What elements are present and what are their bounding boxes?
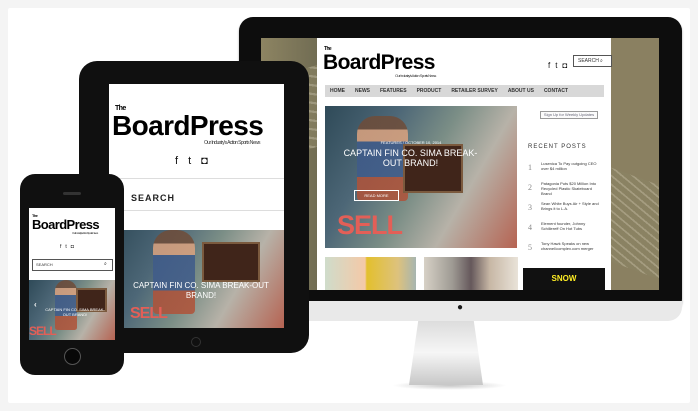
tablet-logo-tagline: Our Industry's Action Sports News xyxy=(204,140,261,146)
nav-about-us[interactable]: ABOUT US xyxy=(503,88,539,94)
desktop-website: The BoardPress Our Industry's Action Spo… xyxy=(317,38,612,290)
recent-post-number-3: 3 xyxy=(528,203,532,212)
nav-product[interactable]: PRODUCT xyxy=(412,88,447,94)
phone-social-icons: ft◘ xyxy=(60,244,78,250)
phone-device: The BoardPress Our Industry's Action Spo… xyxy=(20,174,124,375)
tablet-logo-name: BoardPress xyxy=(112,110,264,141)
featured-story-card[interactable]: SELL FEATURES / OCTOBER 10, 2014 CAPTAIN… xyxy=(325,106,517,248)
phone-featured-story-card[interactable]: SELL ‹ CAPTAIN FIN CO. SIMA BREAK-OUT BR… xyxy=(29,280,115,340)
recent-post-1[interactable]: Lusenica To Pay outgoing CEO over $4 mil… xyxy=(541,161,603,171)
story-meta: FEATURES / OCTOBER 10, 2014 xyxy=(380,140,442,145)
phone-search-icon[interactable]: ⌕ xyxy=(104,261,107,267)
logo-tagline: Our Industry's Action Sports News xyxy=(395,73,436,78)
nav-retailer-survey[interactable]: RETAILER SURVEY xyxy=(446,88,503,94)
recent-post-3[interactable]: Sean White Buys Air + Style and Brings i… xyxy=(541,201,603,211)
apple-icon: ● xyxy=(456,302,464,313)
instagram-icon[interactable]: ◘ xyxy=(71,244,78,250)
social-icons: ft◘ xyxy=(548,61,572,70)
instagram-icon[interactable]: ◘ xyxy=(562,61,572,70)
nav-home[interactable]: HOME xyxy=(325,88,350,94)
recent-post-number-5: 5 xyxy=(528,243,532,252)
recent-post-number-4: 4 xyxy=(528,223,532,232)
phone-story-title[interactable]: CAPTAIN FIN CO. SIMA BREAK-OUT BRAND! xyxy=(42,307,108,317)
twitter-icon[interactable]: t xyxy=(188,155,201,167)
phone-home-button[interactable] xyxy=(64,348,81,365)
recent-posts-heading: RECENT POSTS xyxy=(528,144,587,150)
read-more-button[interactable]: READ MORE xyxy=(354,190,399,201)
phone-featured-person-image xyxy=(55,280,77,330)
tablet-sell-sign: SELL xyxy=(130,305,168,322)
tablet-home-button[interactable] xyxy=(191,337,201,347)
newsletter-signup-button[interactable]: Sign Up for Weekly Updates xyxy=(540,111,598,119)
search-icon[interactable]: ⌕ xyxy=(600,58,603,64)
tablet-shop-board-image xyxy=(202,242,260,282)
recent-post-2[interactable]: Patagonia Puts $20 Million Into Recycled… xyxy=(541,181,603,196)
instagram-icon[interactable]: ◘ xyxy=(201,155,218,167)
phone-speaker xyxy=(63,192,81,195)
story-title[interactable]: CAPTAIN FIN CO. SIMA BREAK-OUT BRAND! xyxy=(343,148,478,168)
phone-sell-sign: SELL xyxy=(29,324,57,338)
phone-site-logo[interactable]: The BoardPress Our Industry's Action Spo… xyxy=(32,213,114,235)
tablet-story-title[interactable]: CAPTAIN FIN CO. SIMA BREAK-OUT BRAND! xyxy=(126,281,276,301)
nav-contact[interactable]: CONTACT xyxy=(539,88,573,94)
phone-previous-arrow-icon[interactable]: ‹ xyxy=(34,300,37,309)
story-thumbnail-group[interactable] xyxy=(424,257,518,290)
facebook-icon[interactable]: f xyxy=(175,155,188,167)
phone-logo-name: BoardPress xyxy=(32,217,100,232)
tablet-featured-story-card[interactable]: SELL ‹ CAPTAIN FIN CO. SIMA BREAK-OUT BR… xyxy=(109,230,284,328)
tablet-site-logo[interactable]: The BoardPress Our Industry's Action Spo… xyxy=(112,105,284,146)
site-logo[interactable]: The BoardPress Our Industry's Action Spo… xyxy=(323,46,460,78)
tablet-screen: The BoardPress Our Industry's Action Spo… xyxy=(109,84,284,328)
recent-post-4[interactable]: Element founder, Johnny Schillereff On H… xyxy=(541,221,603,231)
snow-advertisement[interactable]: SNOW xyxy=(523,268,605,290)
search-input[interactable]: SEARCH xyxy=(573,55,612,67)
recent-post-number-2: 2 xyxy=(528,183,532,192)
tablet-featured-person-image xyxy=(153,230,195,314)
recent-post-5[interactable]: Tony Hawk Speaks on new channel/complex.… xyxy=(541,241,603,251)
phone-search-input[interactable]: SEARCH xyxy=(32,259,113,271)
logo-name: BoardPress xyxy=(323,51,435,74)
story-thumbnail-woman[interactable] xyxy=(325,257,416,290)
stair-decoration-right xyxy=(609,166,659,280)
tablet-search-input[interactable]: SEARCH xyxy=(131,193,175,203)
sell-sign: SELL xyxy=(337,210,403,240)
desktop-screen: The BoardPress Our Industry's Action Spo… xyxy=(261,38,659,290)
phone-screen: The BoardPress Our Industry's Action Spo… xyxy=(29,208,115,340)
tablet-social-icons: ft◘ xyxy=(175,155,218,167)
nav-features[interactable]: FEATURES xyxy=(375,88,412,94)
main-navigation: HOME NEWS FEATURES PRODUCT RETAILER SURV… xyxy=(325,85,604,97)
recent-post-number-1: 1 xyxy=(528,163,532,172)
phone-logo-tagline: Our Industry's Action Sports News xyxy=(72,231,98,235)
nav-news[interactable]: NEWS xyxy=(350,88,375,94)
imac-stand xyxy=(409,313,483,385)
